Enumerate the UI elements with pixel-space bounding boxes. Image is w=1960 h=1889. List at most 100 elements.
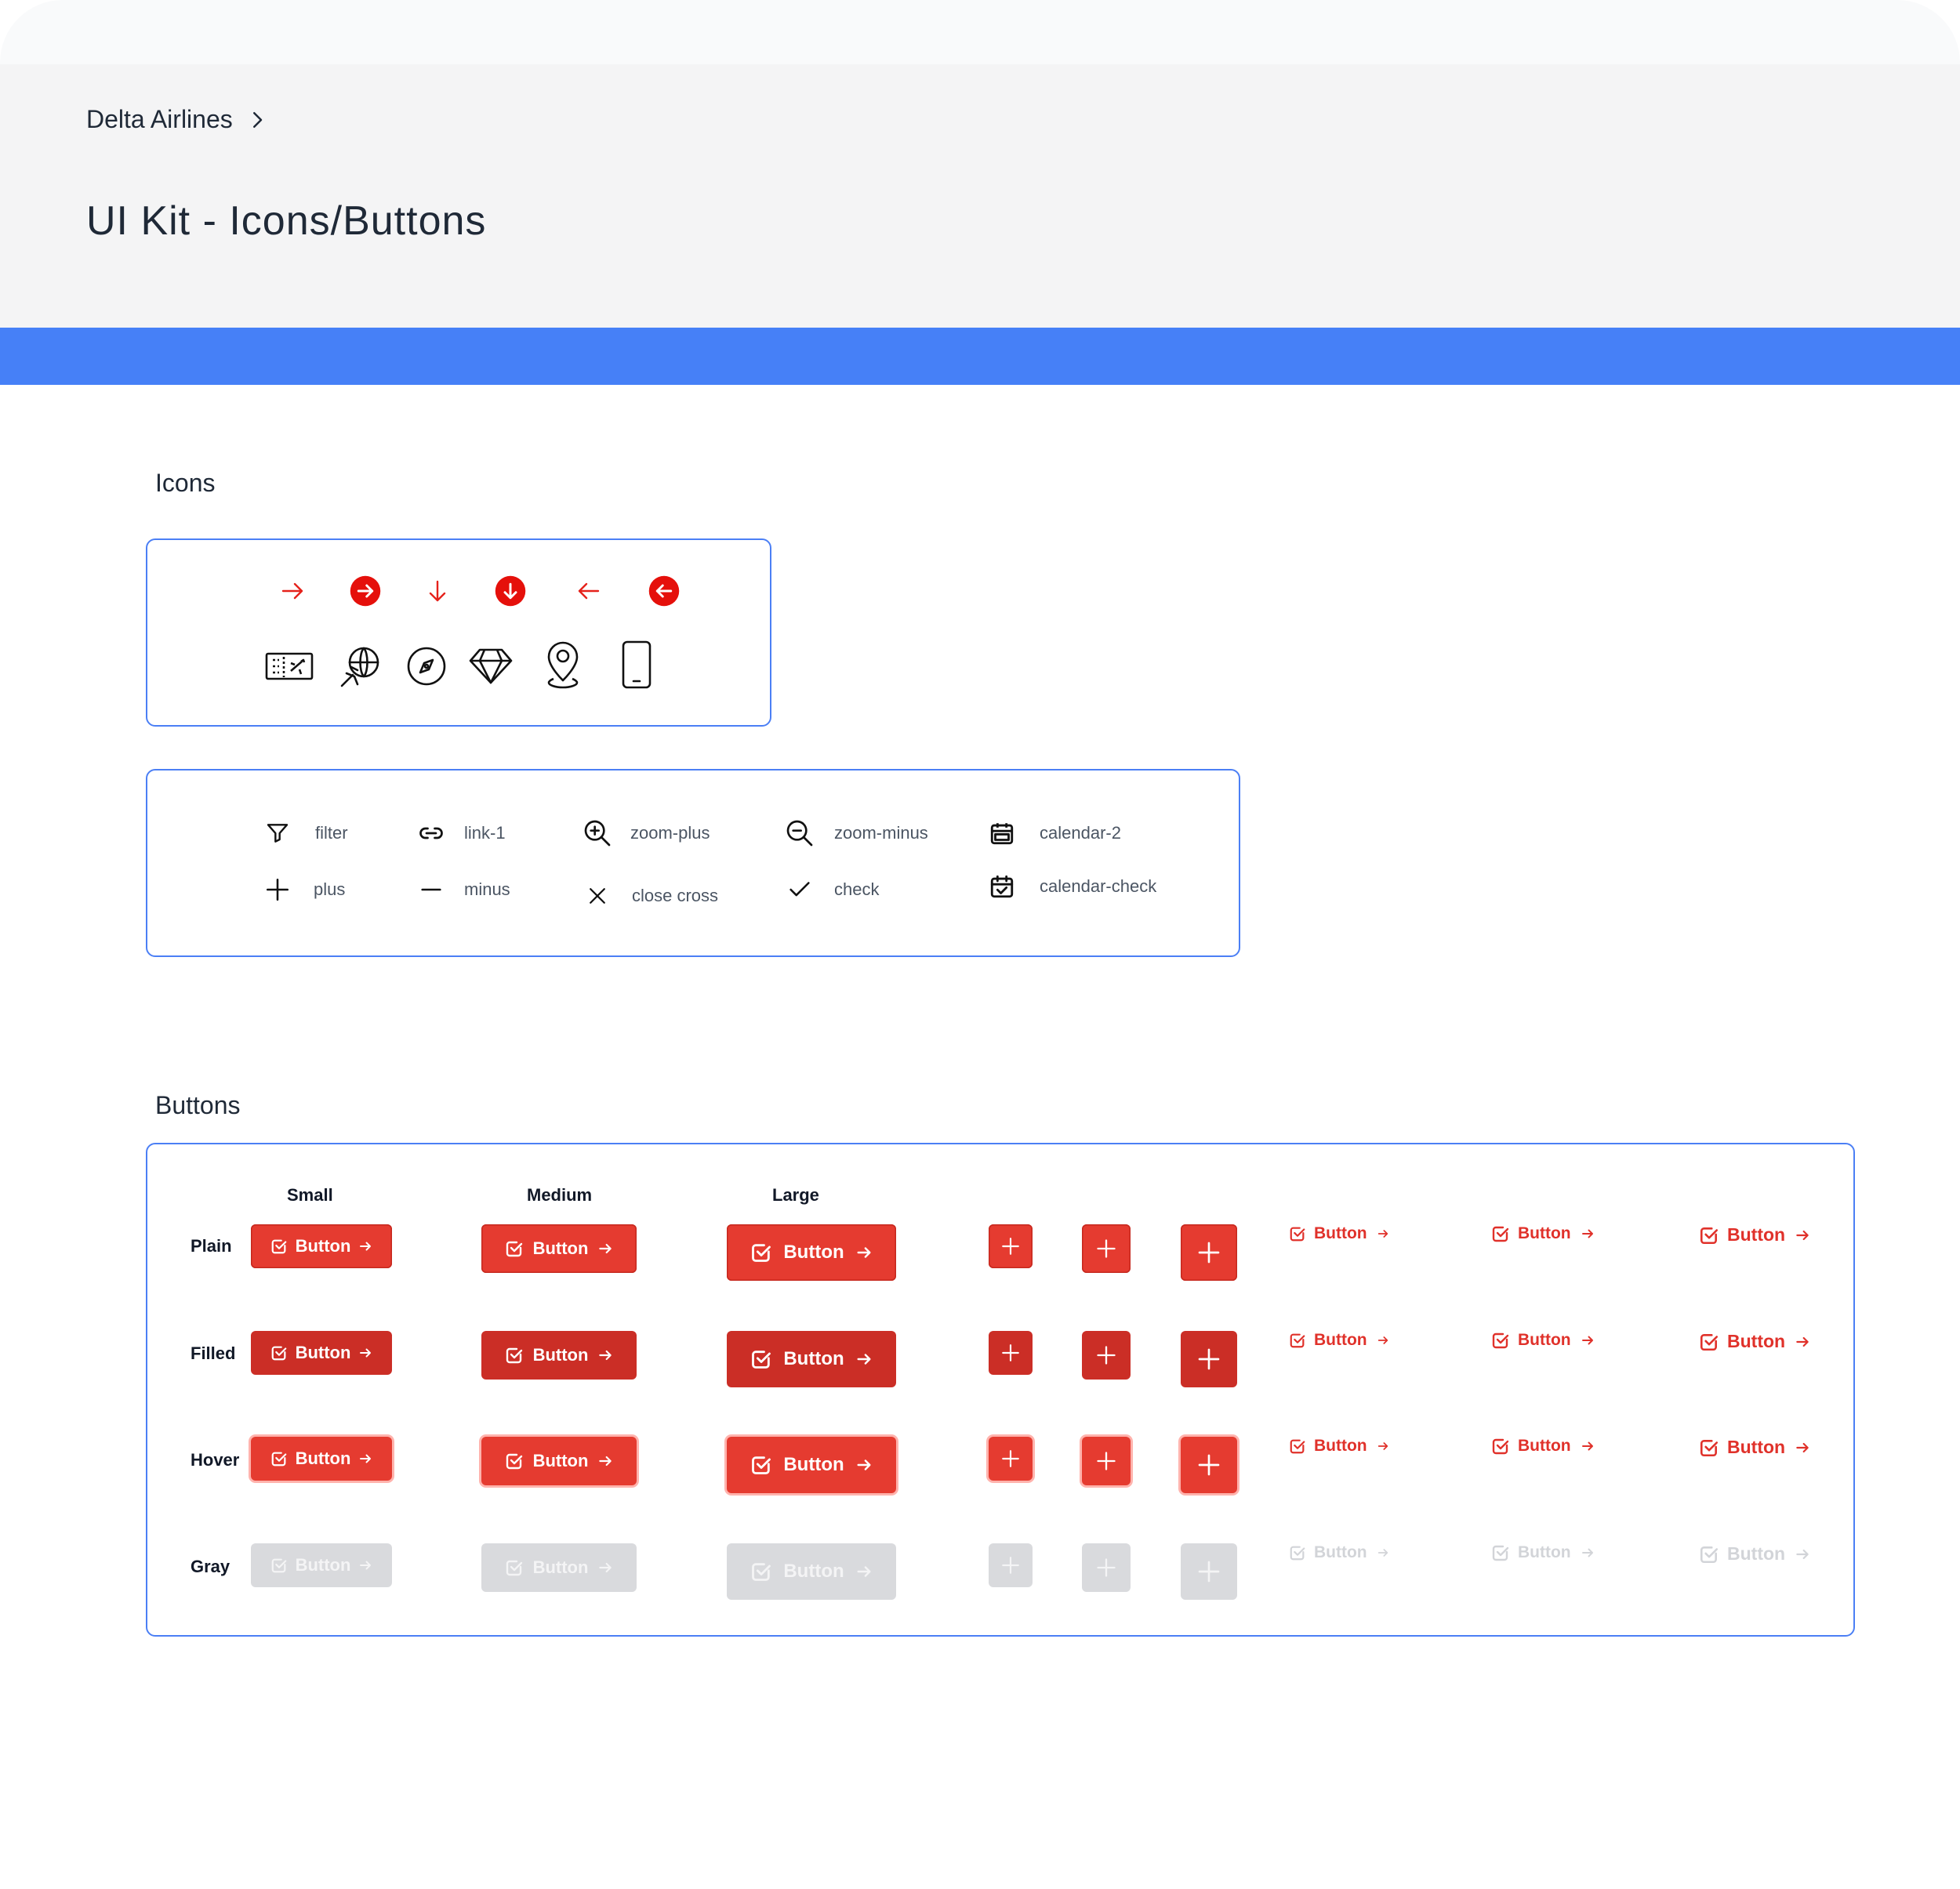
button-label: Button xyxy=(1727,1437,1786,1457)
gray-large-button[interactable]: Button xyxy=(727,1543,896,1600)
filled-small-button[interactable]: Button xyxy=(251,1331,392,1375)
plus-icon xyxy=(1000,1236,1021,1256)
breadcrumb[interactable]: Delta Airlines xyxy=(86,105,269,134)
checkbox-icon xyxy=(750,1561,772,1583)
icons-section-title: Icons xyxy=(155,469,216,497)
plain-medium-button[interactable]: Button xyxy=(481,1224,637,1273)
column-header-small: Small xyxy=(287,1185,333,1205)
map-pin-icon xyxy=(537,637,589,692)
checkbox-icon xyxy=(750,1242,772,1264)
checkbox-icon xyxy=(1699,1225,1719,1245)
zoom-minus-icon xyxy=(784,818,815,849)
button-label: Button xyxy=(532,1557,589,1577)
plain-text-button-medium[interactable]: Button xyxy=(1491,1224,1595,1243)
page-header: Delta Airlines UI Kit - Icons/Buttons xyxy=(0,64,1960,328)
plain-icon-button-small[interactable] xyxy=(989,1224,1033,1268)
arrow-right-icon xyxy=(1795,1546,1810,1562)
legend-label: calendar-2 xyxy=(1040,823,1121,843)
legend-item-zoom-minus: zoom-minus xyxy=(784,818,928,849)
hover-text-button-medium[interactable]: Button xyxy=(1491,1437,1595,1456)
calendar-icon xyxy=(986,818,1018,849)
filled-large-button[interactable]: Button xyxy=(727,1331,896,1387)
plus-icon xyxy=(1095,1557,1117,1579)
button-label: Button xyxy=(532,1238,589,1258)
gray-small-button[interactable]: Button xyxy=(251,1543,392,1587)
filled-text-button-large[interactable]: Button xyxy=(1699,1331,1810,1352)
row-label-plain: Plain xyxy=(191,1236,232,1256)
legend-label: minus xyxy=(464,879,510,899)
filled-icon-button-medium[interactable] xyxy=(1082,1331,1131,1380)
checkbox-icon xyxy=(1289,1332,1306,1349)
hover-icon-button-small[interactable] xyxy=(989,1437,1033,1481)
button-label: Button xyxy=(1314,1331,1367,1349)
hover-large-button[interactable]: Button xyxy=(727,1437,896,1493)
filled-icon-button-large[interactable] xyxy=(1181,1331,1237,1387)
plain-large-button[interactable]: Button xyxy=(727,1224,896,1281)
plus-icon xyxy=(1196,1452,1221,1477)
filled-text-button-medium[interactable]: Button xyxy=(1491,1331,1595,1350)
compass-icon xyxy=(401,640,452,692)
plain-small-button[interactable]: Button xyxy=(251,1224,392,1268)
button-label: Button xyxy=(783,1561,844,1582)
diamond-icon xyxy=(465,640,517,692)
gray-icon-button-small[interactable] xyxy=(989,1543,1033,1587)
legend-item-filter: filter xyxy=(262,818,348,849)
arrow-right-icon xyxy=(1581,1439,1595,1453)
hover-medium-button[interactable]: Button xyxy=(481,1437,637,1485)
plain-icon-button-large[interactable] xyxy=(1181,1224,1237,1281)
hover-icon-button-medium[interactable] xyxy=(1082,1437,1131,1485)
legend-item-plus: plus xyxy=(262,874,345,905)
arrow-right-icon xyxy=(1377,1440,1389,1452)
filled-icon-button-small[interactable] xyxy=(989,1331,1033,1375)
arrow-right-icon xyxy=(358,1558,372,1572)
arrow-right-icon xyxy=(1377,1227,1389,1240)
plain-text-button-small[interactable]: Button xyxy=(1289,1224,1389,1243)
button-label: Button xyxy=(1518,1543,1571,1561)
button-label: Button xyxy=(1727,1331,1786,1351)
hover-small-button[interactable]: Button xyxy=(251,1437,392,1481)
legend-label: close cross xyxy=(632,886,719,905)
arrow-right-icon xyxy=(1377,1546,1389,1559)
plus-icon xyxy=(1000,1448,1021,1469)
gray-icon-button-medium[interactable] xyxy=(1082,1543,1131,1592)
legend-label: plus xyxy=(314,879,346,899)
gray-icon-button-large[interactable] xyxy=(1181,1543,1237,1600)
hover-icon-button-large[interactable] xyxy=(1181,1437,1237,1493)
legend-item-minus: minus xyxy=(416,874,510,905)
minus-icon xyxy=(416,874,447,905)
button-label: Button xyxy=(295,1448,351,1468)
plus-icon xyxy=(1196,1559,1221,1584)
button-label: Button xyxy=(1518,1224,1571,1242)
arrow-right-icon xyxy=(1795,1334,1810,1350)
hover-text-button-large[interactable]: Button xyxy=(1699,1437,1810,1458)
arrow-right-icon xyxy=(1581,1546,1595,1560)
legend-label: filter xyxy=(315,823,348,843)
ticket-icon xyxy=(263,640,315,692)
column-header-large: Large xyxy=(772,1185,819,1205)
arrow-right-circle-icon xyxy=(346,571,385,611)
checkbox-icon xyxy=(270,1238,288,1255)
breadcrumb-label: Delta Airlines xyxy=(86,105,233,133)
checkbox-icon xyxy=(1491,1543,1510,1562)
arrow-right-icon xyxy=(855,1563,873,1580)
calendar-check-icon xyxy=(986,871,1018,902)
checkbox-icon xyxy=(270,1450,288,1467)
plain-icon-button-medium[interactable] xyxy=(1082,1224,1131,1273)
filled-medium-button[interactable]: Button xyxy=(481,1331,637,1380)
gray-text-button-medium[interactable]: Button xyxy=(1491,1543,1595,1562)
legend-label: link-1 xyxy=(464,823,506,843)
gray-text-button-large[interactable]: Button xyxy=(1699,1543,1810,1564)
arrow-right-icon xyxy=(597,1453,613,1469)
filled-text-button-small[interactable]: Button xyxy=(1289,1331,1389,1350)
legend-label: zoom-plus xyxy=(630,823,710,843)
arrow-right-icon xyxy=(1795,1440,1810,1456)
button-label: Button xyxy=(1314,1543,1367,1561)
hover-text-button-small[interactable]: Button xyxy=(1289,1437,1389,1456)
button-label: Button xyxy=(783,1454,844,1475)
arrow-right-icon xyxy=(597,1241,613,1256)
plain-text-button-large[interactable]: Button xyxy=(1699,1224,1810,1245)
button-label: Button xyxy=(532,1345,589,1365)
gray-medium-button[interactable]: Button xyxy=(481,1543,637,1592)
row-label-filled: Filled xyxy=(191,1343,236,1363)
gray-text-button-small[interactable]: Button xyxy=(1289,1543,1389,1562)
